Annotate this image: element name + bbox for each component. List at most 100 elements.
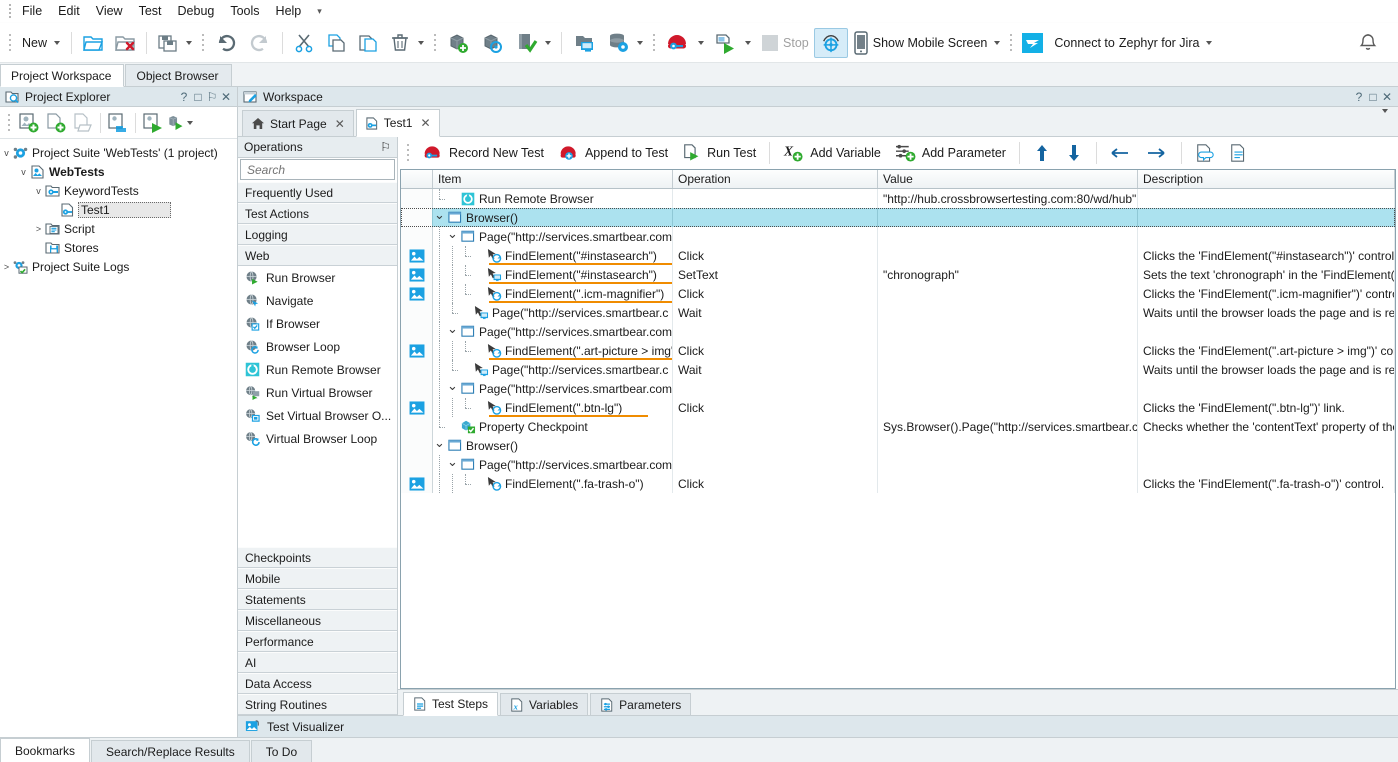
expander-icon[interactable]: ⌄ [446, 231, 459, 242]
ops-item-run-browser[interactable]: Run Browser [238, 266, 397, 289]
menu-overflow-icon[interactable]: ▾ [309, 6, 330, 17]
help-button[interactable]: ? [177, 90, 191, 104]
tree-node-webtests[interactable]: v WebTests [0, 162, 237, 181]
menu-debug[interactable]: Debug [170, 2, 223, 20]
ops-category-web[interactable]: Web [238, 245, 397, 266]
close-icon[interactable]: ✕ [335, 117, 345, 131]
tree-node-project-suite[interactable]: v Project Suite 'WebTests' (1 project) [0, 143, 237, 162]
table-row[interactable]: FindElement("#instasearch")SetText"chron… [401, 265, 1395, 284]
column-header-operation[interactable]: Operation [673, 170, 878, 188]
expander-icon[interactable]: ⌄ [433, 212, 446, 223]
close-icon[interactable]: ✕ [420, 116, 430, 130]
ops-category-mobile[interactable]: Mobile [238, 568, 397, 589]
tab-test1[interactable]: Test1 ✕ [356, 109, 440, 137]
table-row[interactable]: Page("http://services.smartbear.cWaitWai… [401, 360, 1395, 379]
ops-item-browser-loop[interactable]: Browser Loop [238, 335, 397, 358]
status-tab-bookmarks[interactable]: Bookmarks [0, 738, 90, 762]
open-project-button[interactable] [77, 28, 109, 58]
record-button[interactable] [660, 28, 709, 58]
new-project-button[interactable] [43, 110, 69, 136]
ops-category-logging[interactable]: Logging [238, 224, 397, 245]
ops-item-run-virtual-browser[interactable]: Run Virtual Browser [238, 381, 397, 404]
append-to-test-button[interactable]: Append to Test [552, 140, 674, 166]
chevron-down-icon[interactable] [698, 41, 704, 45]
ops-item-navigate[interactable]: Navigate [238, 289, 397, 312]
close-project-button[interactable] [109, 28, 141, 58]
run-test-button[interactable] [167, 110, 193, 136]
tree-node-script[interactable]: > Script [0, 219, 237, 238]
chevron-down-icon[interactable] [187, 121, 193, 125]
new-button[interactable]: New [16, 28, 66, 58]
row-thumbnail-cell[interactable] [401, 474, 433, 493]
chevron-down-icon[interactable] [1206, 41, 1212, 45]
expander-icon[interactable]: ⌄ [446, 326, 459, 337]
tree-node-stores[interactable]: Stores [0, 238, 237, 257]
ops-item-run-remote-browser[interactable]: Run Remote Browser [238, 358, 397, 381]
test-visualizer-bar[interactable]: Test Visualizer [238, 715, 1398, 737]
column-header-value[interactable]: Value [878, 170, 1138, 188]
mobile-target-button[interactable] [814, 28, 848, 58]
ops-category-statements[interactable]: Statements [238, 589, 397, 610]
tree-node-keywordtests[interactable]: v KeywordTests [0, 181, 237, 200]
close-button[interactable]: ✕ [219, 90, 233, 104]
remote-screen-button[interactable] [567, 28, 601, 58]
tab-project-workspace[interactable]: Project Workspace [0, 64, 124, 87]
expander-icon[interactable]: ⌄ [446, 383, 459, 394]
maximize-button[interactable]: □ [191, 90, 205, 104]
table-row[interactable]: Page("http://services.smartbear.cWaitWai… [401, 303, 1395, 322]
status-tab-search-replace[interactable]: Search/Replace Results [91, 740, 250, 762]
table-row[interactable]: ⌄Browser() [401, 208, 1395, 227]
tab-start-page[interactable]: Start Page ✕ [242, 110, 354, 136]
row-thumbnail-cell[interactable] [401, 265, 433, 284]
menu-help[interactable]: Help [268, 2, 310, 20]
column-header-thumbnail[interactable] [401, 170, 433, 188]
expander-icon[interactable]: > [0, 262, 13, 272]
chevron-down-icon[interactable] [994, 41, 1000, 45]
row-thumbnail-cell[interactable] [401, 341, 433, 360]
checkpoint-button[interactable] [509, 28, 556, 58]
move-right-button[interactable] [1140, 141, 1174, 165]
status-tab-todo[interactable]: To Do [251, 740, 312, 762]
pin-button[interactable]: ⚐ [205, 90, 219, 104]
move-left-button[interactable] [1104, 141, 1138, 165]
menu-test[interactable]: Test [131, 2, 170, 20]
table-row[interactable]: ⌄Page("http://services.smartbear.com/sam… [401, 379, 1395, 398]
menu-edit[interactable]: Edit [50, 2, 88, 20]
connect-zephyr-button[interactable]: Connect to Zephyr for Jira [1049, 28, 1217, 58]
chevron-down-icon[interactable] [418, 41, 424, 45]
row-thumbnail-cell[interactable] [401, 246, 433, 265]
save-button[interactable] [152, 28, 197, 58]
ops-category-performance[interactable]: Performance [238, 631, 397, 652]
table-row[interactable]: FindElement(".fa-trash-o")ClickClicks th… [401, 474, 1395, 493]
comment-button[interactable] [1189, 140, 1221, 166]
ops-category-frequently-used[interactable]: Frequently Used [238, 182, 397, 203]
record-new-test-button[interactable]: Record New Test [416, 140, 550, 166]
ops-category-checkpoints[interactable]: Checkpoints [238, 547, 397, 568]
chevron-down-icon[interactable] [745, 41, 751, 45]
run-test-button[interactable]: Run Test [676, 140, 762, 166]
target-test-button[interactable] [475, 28, 509, 58]
table-row[interactable]: ⌄Browser() [401, 436, 1395, 455]
add-variable-button[interactable]: X Add Variable [777, 140, 887, 166]
pin-icon[interactable]: ⚐ [380, 140, 391, 154]
table-row[interactable]: FindElement(".btn-lg")ClickClicks the 'F… [401, 398, 1395, 417]
table-row[interactable]: ⌄Page("http://services.smartbear.com/sam… [401, 227, 1395, 246]
menu-view[interactable]: View [88, 2, 131, 20]
open-project-button[interactable] [70, 110, 96, 136]
operations-search[interactable] [240, 159, 395, 180]
help-button[interactable]: ? [1352, 90, 1366, 104]
column-header-item[interactable]: Item [433, 170, 673, 188]
menu-file[interactable]: File [14, 2, 50, 20]
table-row[interactable]: FindElement(".art-picture > img")ClickCl… [401, 341, 1395, 360]
run-button[interactable] [709, 28, 756, 58]
table-row[interactable]: Run Remote Browser"http://hub.crossbrows… [401, 189, 1395, 208]
cut-button[interactable] [288, 28, 320, 58]
chevron-down-icon[interactable] [545, 41, 551, 45]
redo-button[interactable] [243, 28, 277, 58]
chevron-down-icon[interactable] [1382, 109, 1388, 127]
ops-category-ai[interactable]: AI [238, 652, 397, 673]
database-button[interactable] [601, 28, 648, 58]
zephyr-icon-button[interactable] [1017, 28, 1049, 58]
maximize-button[interactable]: □ [1366, 90, 1380, 104]
tree-node-project-suite-logs[interactable]: > Project Suite Logs [0, 257, 237, 276]
